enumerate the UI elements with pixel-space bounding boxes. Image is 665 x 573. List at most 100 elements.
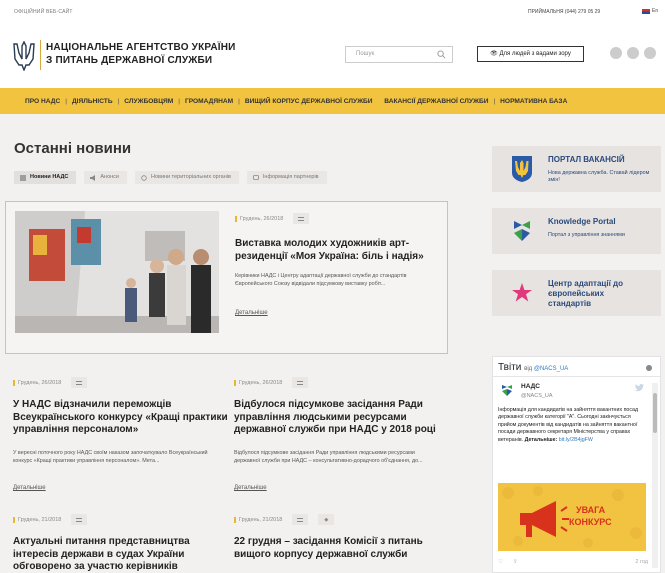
news-card[interactable]: Грудень, 21/2018 ◆ 22 грудня – засідання… bbox=[234, 514, 449, 573]
news-more-link[interactable]: Детальніше bbox=[13, 485, 46, 491]
like-icon[interactable]: ♡ bbox=[498, 559, 503, 565]
news-title[interactable]: У НАДС відзначили переможців Всеукраїнсь… bbox=[13, 399, 228, 437]
eye-icon: 👁 bbox=[490, 51, 498, 57]
featured-news-photo[interactable] bbox=[15, 211, 219, 333]
eu-adaptation-center-title: Центр адаптації до європейських стандарт… bbox=[548, 279, 624, 308]
nav-item-citizens[interactable]: ГРОМАДЯНАМ bbox=[180, 98, 238, 105]
news-card[interactable]: Грудень, 21/2018 Актуальні питання предс… bbox=[13, 514, 228, 573]
twitter-widget-title: Твіти bbox=[498, 362, 522, 373]
news-card[interactable]: Грудень, 26/2018 Відбулося підсумкове за… bbox=[234, 377, 449, 497]
news-meta: Грудень, 21/2018 ◆ bbox=[234, 514, 335, 525]
vacancies-portal-banner[interactable]: ПОРТАЛ ВАКАНСІЙ Нова державна служба. Ст… bbox=[492, 146, 661, 192]
nav-item-about[interactable]: ПРО НАДС bbox=[20, 98, 65, 105]
tweet-link[interactable]: bit.ly/2B4jgFW bbox=[559, 437, 593, 443]
featured-news-title[interactable]: Виставка молодих художників арт-резиденц… bbox=[235, 237, 440, 263]
agency-name-line2: З ПИТАНЬ ДЕРЖАВНОЇ СЛУЖБИ bbox=[46, 55, 213, 66]
news-tabs: Новини НАДС Анонси Новини територіальних… bbox=[14, 171, 327, 184]
accessibility-label: Для людей з вадами зору bbox=[499, 51, 571, 57]
news-date: Грудень, 21/2018 bbox=[234, 516, 282, 523]
logo-divider bbox=[40, 40, 41, 70]
tweet-image-contest[interactable]: УВАГА КОНКУРС bbox=[498, 483, 646, 551]
news-title[interactable]: 22 грудня – засідання Комісії з питань в… bbox=[234, 536, 449, 561]
tab-territorial-news[interactable]: Новини територіальних органів bbox=[135, 171, 239, 184]
tweet-actions: ♡ ⇪ 2 год bbox=[498, 559, 648, 565]
twitter-icon[interactable] bbox=[644, 47, 656, 59]
info-icon[interactable] bbox=[646, 365, 652, 371]
nav-item-legal-base[interactable]: НОРМАТИВНА БАЗА bbox=[495, 98, 572, 105]
trident-shield-icon bbox=[512, 156, 532, 182]
news-card[interactable]: Грудень, 26/2018 У НАДС відзначили перем… bbox=[13, 377, 228, 497]
uk-flag-icon bbox=[642, 8, 650, 14]
tweet-text: Інформація для кандидатів на зайняття ва… bbox=[498, 407, 645, 444]
main-nav: ПРО НАДС | ДІЯЛЬНІСТЬ | СЛУЖБОВЦЯМ | ГРОМАД… bbox=[0, 88, 665, 114]
search-placeholder: Пошук bbox=[356, 51, 375, 57]
news-date: Грудень, 26/2018 bbox=[13, 379, 61, 386]
tab-label: Новини НАДС bbox=[30, 174, 69, 180]
news-meta: Грудень, 21/2018 bbox=[13, 514, 88, 525]
tab-partners-info[interactable]: Інформація партнерів bbox=[246, 171, 327, 184]
top-bar: ОФІЦІЙНИЙ ВЕБ-САЙТ ПРИЙМАЛЬНЯ (044) 279 … bbox=[0, 0, 665, 26]
announcement-icon[interactable]: ◆ bbox=[318, 514, 335, 525]
news-date: Грудень, 21/2018 bbox=[13, 516, 61, 523]
search-icon[interactable] bbox=[437, 50, 446, 59]
tweets-scrollbar[interactable] bbox=[652, 383, 658, 568]
category-icon[interactable] bbox=[292, 377, 309, 388]
tweet-time[interactable]: 2 год bbox=[635, 559, 648, 565]
news-text: Відбулося підсумкове засідання Ради упра… bbox=[234, 450, 423, 464]
tab-label: Новини територіальних органів bbox=[151, 174, 231, 180]
promo-contest: КОНКУРС bbox=[569, 517, 612, 527]
news-meta: Грудень, 26/2018 bbox=[13, 377, 88, 388]
category-icon[interactable] bbox=[71, 377, 88, 388]
news-date: Грудень, 26/2018 bbox=[234, 379, 282, 386]
featured-news-meta: Грудень, 26/2018 bbox=[235, 213, 310, 224]
agency-name[interactable]: НАЦІОНАЛЬНЕ АГЕНТСТВО УКРАЇНИ З ПИТАНЬ Д… bbox=[46, 41, 236, 67]
nav-item-servants[interactable]: СЛУЖБОВЦЯМ bbox=[119, 98, 178, 105]
star-person-icon bbox=[512, 283, 532, 302]
knowledge-portal-banner[interactable]: Knowledge Portal Портал з управління зна… bbox=[492, 208, 661, 254]
twitter-handle-link[interactable]: @NACS_UA bbox=[534, 366, 568, 372]
official-site-label: ОФІЦІЙНИЙ ВЕБ-САЙТ bbox=[14, 9, 73, 15]
category-icon[interactable] bbox=[292, 514, 309, 525]
featured-news[interactable]: Грудень, 26/2018 Виставка молодих художн… bbox=[5, 201, 448, 354]
tab-label: Інформація партнерів bbox=[262, 174, 319, 180]
knowledge-portal-icon bbox=[514, 221, 530, 241]
tweet-account-name[interactable]: НАДС bbox=[521, 383, 540, 390]
megaphone-icon bbox=[90, 174, 96, 181]
accessibility-button[interactable]: 👁 Для людей з вадами зору bbox=[477, 46, 584, 62]
twitter-bird-icon[interactable] bbox=[635, 384, 644, 392]
youtube-icon[interactable] bbox=[627, 47, 639, 59]
trident-logo-icon[interactable] bbox=[13, 41, 35, 71]
social-links bbox=[610, 47, 656, 59]
featured-news-text: Керівники НАДС і Центру адаптації держав… bbox=[235, 273, 407, 287]
nav-item-activity[interactable]: ДІЯЛЬНІСТЬ bbox=[67, 98, 118, 105]
tweet-details-label: Детальніше: bbox=[524, 436, 558, 443]
tab-announcements[interactable]: Анонси bbox=[84, 171, 127, 184]
share-icon[interactable]: ⇪ bbox=[513, 559, 518, 565]
divider bbox=[493, 376, 660, 377]
tab-nacs-news[interactable]: Новини НАДС bbox=[14, 171, 77, 184]
facebook-icon[interactable] bbox=[610, 47, 622, 59]
nacs-avatar[interactable] bbox=[501, 383, 513, 397]
vacancies-portal-title: ПОРТАЛ ВАКАНСІЙ bbox=[548, 155, 625, 164]
site-header: НАЦІОНАЛЬНЕ АГЕНТСТВО УКРАЇНИ З ПИТАНЬ Д… bbox=[0, 26, 665, 88]
nav-item-senior-corps[interactable]: ВИЩИЙ КОРПУС ДЕРЖАВНОЇ СЛУЖБИ bbox=[240, 98, 378, 105]
news-meta: Грудень, 26/2018 bbox=[234, 377, 309, 388]
reception-phone[interactable]: ПРИЙМАЛЬНЯ (044) 279 05 29 bbox=[528, 9, 600, 15]
news-title[interactable]: Відбулося підсумкове засідання Ради упра… bbox=[234, 399, 449, 437]
nav-item-vacancies[interactable]: ВАКАНСІЇ ДЕРЖАВНОЇ СЛУЖБИ bbox=[379, 98, 493, 105]
featured-more-link[interactable]: Детальніше bbox=[235, 310, 268, 316]
promo-attention: УВАГА bbox=[576, 505, 606, 515]
news-date: Грудень, 26/2018 bbox=[235, 215, 283, 222]
category-icon[interactable] bbox=[293, 213, 310, 224]
language-switch[interactable]: En bbox=[642, 8, 658, 14]
news-title[interactable]: Актуальні питання представництва інтерес… bbox=[13, 536, 228, 573]
list-icon bbox=[20, 175, 26, 180]
category-icon[interactable] bbox=[71, 514, 88, 525]
search-input[interactable]: Пошук bbox=[345, 46, 453, 63]
tweet-account-handle[interactable]: @NACS_UA bbox=[521, 393, 553, 399]
chat-icon bbox=[252, 174, 259, 180]
knowledge-portal-subtitle: Портал з управління знаннями bbox=[548, 232, 625, 238]
location-icon bbox=[141, 174, 147, 181]
eu-adaptation-center-banner[interactable]: Центр адаптації до європейських стандарт… bbox=[492, 270, 661, 316]
news-more-link[interactable]: Детальніше bbox=[234, 485, 267, 491]
